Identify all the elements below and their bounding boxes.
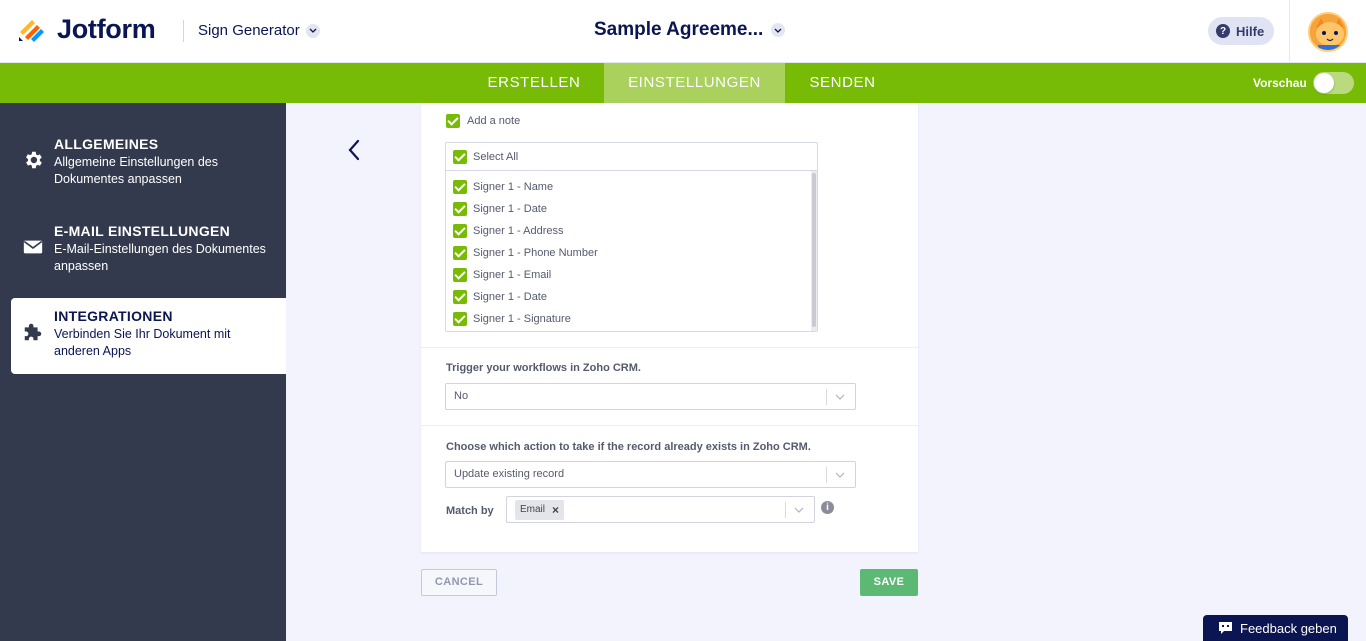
preview-toggle[interactable]	[1313, 72, 1354, 94]
trigger-label: Trigger your workflows in Zoho CRM.	[446, 362, 641, 374]
sidebar-item-title: E-MAIL EINSTELLUNGEN	[54, 223, 231, 239]
chevron-down-icon	[794, 507, 804, 513]
chevron-down-icon	[771, 23, 786, 37]
tag-remove-icon[interactable]: ×	[552, 500, 559, 520]
add-note-label: Add a note	[467, 115, 521, 127]
chevron-down-icon	[835, 472, 845, 478]
envelope-icon	[23, 240, 43, 254]
tab-einstellungen[interactable]: EINSTELLUNGEN	[604, 63, 785, 103]
integration-settings-card: Add a note Select All Signer 1 - Name Si…	[421, 103, 918, 552]
trigger-workflows-select[interactable]: No	[445, 383, 856, 410]
section-divider	[421, 347, 918, 348]
dropdown-divider	[826, 389, 827, 405]
puzzle-icon	[24, 323, 42, 341]
sidebar-item-email[interactable]: E-MAIL EINSTELLUNGEN E-Mail-Einstellunge…	[11, 213, 286, 289]
sidebar-item-integrationen[interactable]: INTEGRATIONEN Verbinden Sie Ihr Dokument…	[11, 298, 286, 374]
brand-name: Jotform	[57, 14, 156, 44]
sidebar-item-desc: Allgemeine Einstellungen des Dokumentes …	[54, 155, 218, 186]
header-divider	[183, 20, 184, 42]
trigger-value: No	[454, 390, 469, 402]
checkbox-checked-icon	[453, 224, 467, 238]
sidebar-item-title: ALLGEMEINES	[54, 136, 159, 152]
preview-label: Vorschau	[1253, 76, 1307, 90]
add-note-checkbox[interactable]: Add a note	[446, 114, 520, 128]
help-button[interactable]: ? Hilfe	[1208, 17, 1275, 45]
dropdown-divider	[785, 502, 786, 518]
field-checkbox[interactable]: Signer 1 - Name	[453, 180, 553, 194]
sidebar-item-title: INTEGRATIONEN	[54, 308, 173, 324]
feedback-label: Feedback geben	[1240, 620, 1337, 636]
match-tag-label: Email	[520, 504, 546, 515]
checkbox-checked-icon	[453, 312, 467, 326]
checkbox-checked-icon	[446, 114, 460, 128]
select-all-checkbox[interactable]: Select All	[446, 143, 817, 171]
match-by-select[interactable]: Email ×	[506, 496, 815, 523]
action-label: Choose which action to take if the recor…	[446, 441, 811, 453]
field-label: Signer 1 - Date	[473, 203, 547, 215]
app-switcher[interactable]: Sign Generator	[198, 22, 320, 39]
top-header: Jotform Sign Generator Sample Agreeme...…	[0, 0, 1366, 63]
tab-erstellen[interactable]: ERSTELLEN	[464, 63, 604, 103]
checkbox-checked-icon	[453, 268, 467, 282]
avatar-cat-icon	[1310, 14, 1346, 50]
action-value: Update existing record	[454, 468, 565, 480]
toggle-knob	[1314, 73, 1334, 93]
checkbox-checked-icon	[453, 149, 467, 164]
sidebar-item-desc: E-Mail-Einstellungen des Dokumentes anpa…	[54, 242, 266, 273]
document-title: Sample Agreeme...	[594, 19, 764, 40]
dropdown-divider	[826, 467, 827, 483]
checkbox-checked-icon	[453, 246, 467, 260]
field-label: Signer 1 - Address	[473, 225, 564, 237]
checkbox-checked-icon	[453, 290, 467, 304]
back-arrow-icon[interactable]	[344, 138, 364, 162]
app-switcher-label: Sign Generator	[198, 22, 300, 39]
field-label: Signer 1 - Email	[473, 269, 552, 281]
chevron-down-icon	[305, 23, 320, 38]
field-checkbox[interactable]: Signer 1 - Email	[453, 268, 551, 282]
field-checkbox[interactable]: Signer 1 - Date	[453, 290, 547, 304]
field-label: Signer 1 - Phone Number	[473, 247, 598, 259]
field-checkbox[interactable]: Signer 1 - Signature	[453, 312, 571, 326]
existing-record-action-select[interactable]: Update existing record	[445, 461, 856, 488]
match-by-label: Match by	[446, 505, 494, 517]
tab-senden[interactable]: SENDEN	[785, 63, 900, 103]
chat-bubble-icon	[1219, 622, 1232, 634]
sidebar-item-allgemeines[interactable]: ALLGEMEINES Allgemeine Einstellungen des…	[11, 126, 286, 202]
avatar-divider	[1289, 0, 1290, 63]
field-checkbox[interactable]: Signer 1 - Address	[453, 224, 564, 238]
field-checkbox[interactable]: Signer 1 - Phone Number	[453, 246, 598, 260]
question-icon: ?	[1216, 24, 1230, 38]
field-label: Signer 1 - Date	[473, 291, 547, 303]
avatar[interactable]	[1308, 12, 1348, 52]
sidebar-item-desc: Verbinden Sie Ihr Dokument mit anderen A…	[54, 327, 231, 358]
field-label: Signer 1 - Name	[473, 181, 554, 193]
feedback-button[interactable]: Feedback geben	[1203, 615, 1348, 641]
field-checkbox[interactable]: Signer 1 - Date	[453, 202, 547, 216]
info-icon[interactable]: i	[821, 501, 834, 514]
jotform-logo[interactable]: Jotform	[17, 14, 156, 45]
document-title-dropdown[interactable]: Sample Agreeme...	[594, 19, 786, 41]
settings-sidebar: ALLGEMEINES Allgemeine Einstellungen des…	[0, 103, 286, 641]
gear-icon	[26, 151, 42, 169]
save-button[interactable]: SAVE	[860, 569, 918, 596]
cancel-button[interactable]: CANCEL	[421, 569, 497, 596]
chevron-down-icon	[835, 394, 845, 400]
checkbox-checked-icon	[453, 202, 467, 216]
select-all-label: Select All	[473, 150, 519, 163]
field-selection-list: Select All Signer 1 - Name Signer 1 - Da…	[445, 142, 818, 332]
main-nav: ERSTELLEN EINSTELLUNGEN SENDEN Vorschau	[0, 63, 1366, 103]
section-divider	[421, 425, 918, 426]
jotform-logo-icon	[19, 19, 44, 42]
checkbox-checked-icon	[453, 180, 467, 194]
field-label: Signer 1 - Signature	[473, 313, 571, 325]
match-tag: Email ×	[515, 500, 565, 520]
help-label: Hilfe	[1236, 23, 1265, 39]
scrollbar-thumb[interactable]	[812, 173, 816, 327]
